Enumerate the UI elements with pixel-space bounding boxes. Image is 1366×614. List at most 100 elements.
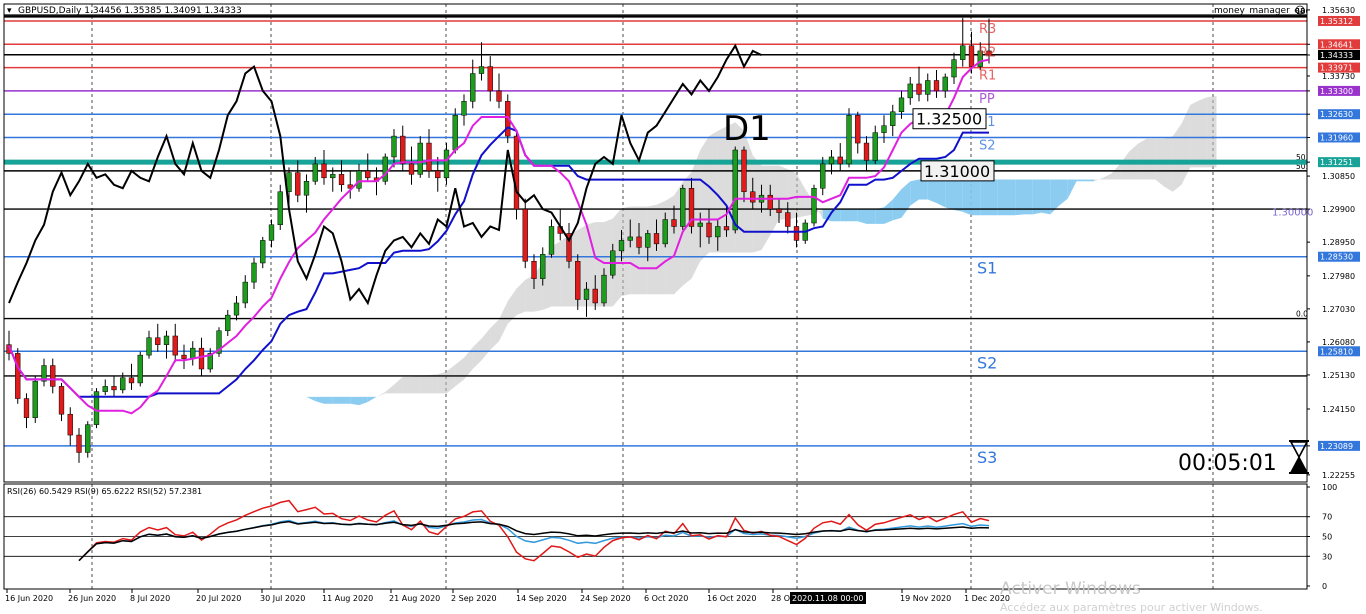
cloud-segment (1181, 104, 1191, 185)
price-tick-label: 1.35630 (1322, 6, 1355, 15)
candle-body (198, 347, 205, 370)
cloud-segment (1067, 179, 1077, 199)
candle-body (426, 142, 432, 172)
candle-body (706, 222, 712, 238)
candle-body (645, 233, 651, 248)
price-tick-label: 1.24150 (1322, 405, 1355, 414)
price-tick-label: 1.25130 (1322, 371, 1355, 380)
candle-body (181, 354, 187, 359)
cloud-segment (1120, 151, 1129, 180)
rsi-tick-label: 100 (1322, 483, 1337, 492)
cloud-segment (306, 396, 316, 402)
candle-body (855, 114, 861, 144)
time-tick-label: 11 Aug 2020 (322, 594, 373, 603)
cloud-segment (1015, 179, 1024, 216)
candle-body (933, 80, 940, 92)
price-highlight-label: 1.34641 (1320, 40, 1353, 49)
time-tick-label: 6 Oct 2020 (644, 594, 688, 603)
candle-body (408, 163, 415, 175)
cloud-segment (411, 375, 421, 394)
candle-body (925, 80, 931, 95)
time-tick-label: 16 Jun 2020 (5, 594, 53, 603)
candle-body (321, 163, 327, 179)
chart-canvas[interactable]: 100.050.050.00.0 R3R2R1PPS1S2S1S2S31.300… (0, 0, 1366, 614)
candle-body (767, 194, 773, 210)
cloud-segment (1076, 179, 1086, 182)
cloud-segment (997, 179, 1007, 216)
cloud-segment (980, 179, 989, 216)
cloud-segment (866, 209, 876, 224)
candle-body (776, 208, 782, 213)
candle-body (400, 135, 406, 165)
candle-body (820, 163, 826, 189)
pivot-level-labels: R3R2R1PPS1S2S1S2S31.30000 (977, 22, 1313, 467)
cloud-segment (1199, 96, 1208, 168)
candle-body (540, 254, 546, 279)
rsi-series-line (78, 518, 990, 562)
chart-header-icon[interactable]: ▾ (7, 6, 12, 16)
cloud-segment (639, 206, 648, 295)
cloud-segment (1059, 179, 1068, 206)
cloud-segment (1137, 138, 1147, 180)
price-tick-label: 1.28950 (1322, 238, 1355, 247)
price-tick-label: 1.33730 (1322, 72, 1355, 81)
candle-body (618, 240, 625, 252)
cloud-segment (525, 274, 534, 312)
candle-body (907, 83, 913, 99)
candle-body (890, 111, 896, 126)
candle-body (146, 337, 152, 356)
candlesticks (6, 17, 992, 463)
price-tick-label: 1.26080 (1322, 338, 1355, 347)
price-highlight-label: 1.35312 (1320, 17, 1353, 26)
time-tick-label: 19 Nov 2020 (900, 594, 951, 603)
time-tick-label: 30 Jul 2020 (260, 594, 305, 603)
price-highlight-label: 1.25810 (1320, 347, 1353, 356)
cloud-segment (892, 189, 902, 221)
cloud-segment (1085, 179, 1094, 182)
candle-body (601, 274, 607, 304)
pivot-level-name: R2 (979, 45, 996, 60)
candle-body (268, 224, 275, 241)
price-highlight-label: 1.32630 (1320, 110, 1353, 119)
candle-body (85, 424, 91, 453)
cloud-segment (936, 179, 946, 208)
windows-watermark-sub: Accédez aux paramètres pour activer Wind… (1000, 601, 1263, 614)
time-tick-label: 21 Aug 2020 (389, 594, 440, 603)
cloud-segment (962, 179, 972, 216)
candle-body (592, 288, 598, 304)
candle-body (120, 377, 126, 391)
candle-body (898, 97, 905, 113)
price-highlight-label: 1.34333 (1320, 51, 1353, 60)
candle-body (960, 45, 966, 60)
cloud-segment (394, 376, 403, 394)
cloud-segment (367, 396, 377, 403)
cloud-segment (919, 179, 928, 200)
pivot-level-name: PP (979, 92, 995, 107)
cloud-segment (1190, 100, 1199, 168)
candle-body (662, 219, 668, 245)
candle-body (303, 181, 310, 196)
candle-body (653, 233, 660, 245)
candle-body (715, 226, 721, 238)
cloud-segment (989, 179, 998, 216)
price-box-label: 1.32500 (916, 110, 982, 129)
candle-body (461, 101, 467, 116)
candle-body (951, 59, 957, 78)
cloud-segment (481, 328, 491, 361)
timeframe-label: D1 (723, 109, 771, 149)
candle-body (793, 226, 800, 241)
ea-name: money_manager_ea (1214, 6, 1305, 16)
time-tick-label: 8 Jul 2020 (130, 594, 170, 603)
cloud-segment (1094, 177, 1103, 182)
candle-body (137, 354, 143, 384)
candle-body (67, 413, 73, 436)
candle-body (548, 226, 555, 255)
candle-body (811, 187, 817, 224)
candle-body (723, 226, 730, 231)
cloud-segment (341, 396, 351, 404)
cloud-segment (752, 155, 762, 253)
candle-body (470, 73, 476, 102)
candle-body (513, 135, 520, 210)
cloud-segment (464, 347, 473, 380)
candle-body (312, 163, 318, 182)
